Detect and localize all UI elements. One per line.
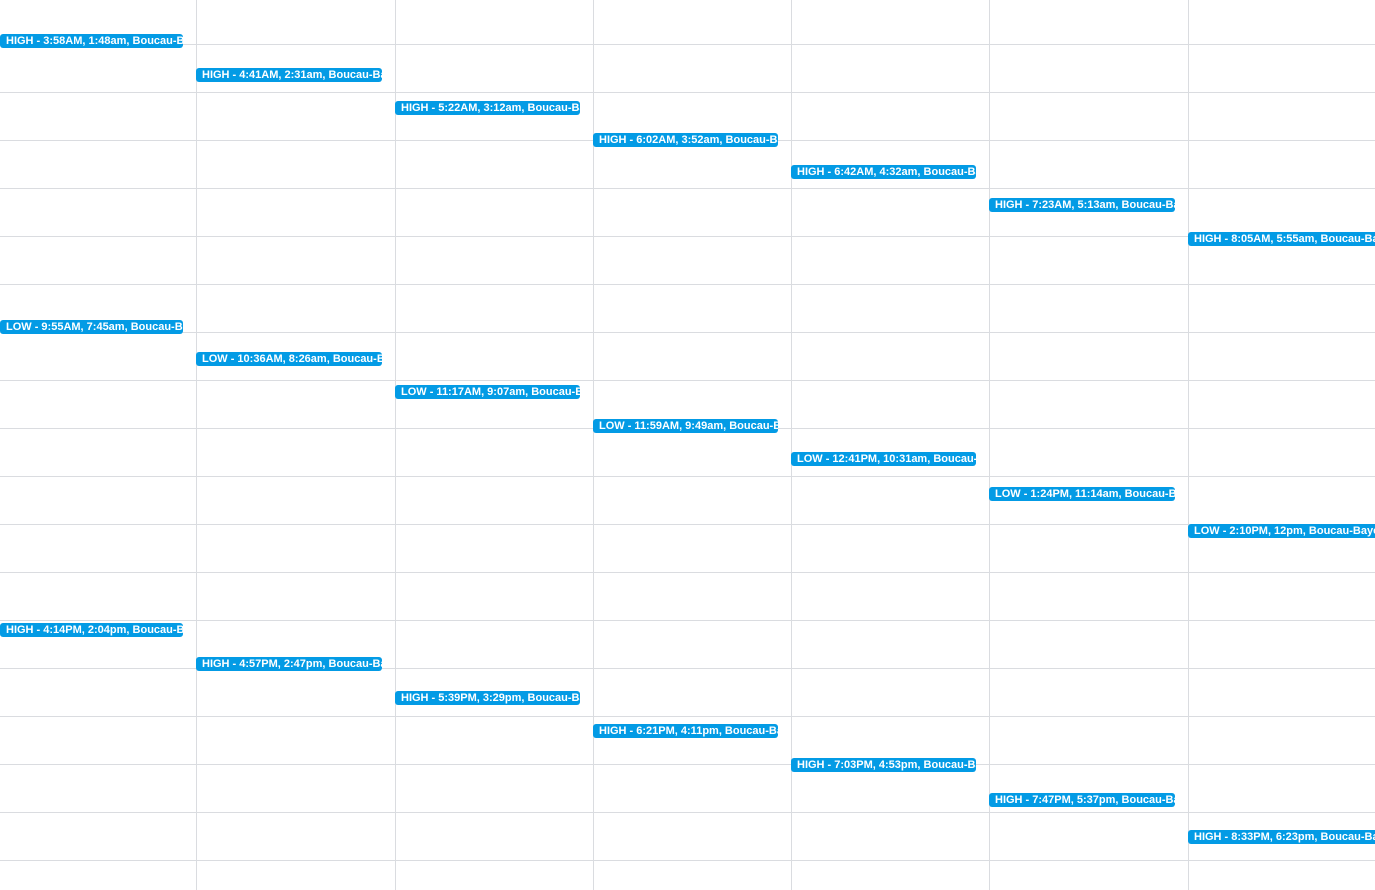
hour-gridline bbox=[0, 476, 1375, 477]
tide-event-chip[interactable]: LOW - 11:59AM, 9:49am, Boucau-Bayonne bbox=[593, 419, 778, 433]
tide-event-chip[interactable]: HIGH - 7:23AM, 5:13am, Boucau-Bayonne bbox=[989, 198, 1175, 212]
tide-event-chip[interactable]: HIGH - 6:21PM, 4:11pm, Boucau-Bayonne bbox=[593, 724, 778, 738]
day-column-divider bbox=[989, 0, 990, 890]
tide-event-chip[interactable]: HIGH - 5:39PM, 3:29pm, Boucau-Bayonne bbox=[395, 691, 580, 705]
tide-event-chip[interactable]: HIGH - 7:47PM, 5:37pm, Boucau-Bayonne bbox=[989, 793, 1175, 807]
tide-event-chip[interactable]: LOW - 1:24PM, 11:14am, Boucau-Bayonne bbox=[989, 487, 1175, 501]
hour-gridline bbox=[0, 860, 1375, 861]
hour-gridline bbox=[0, 284, 1375, 285]
hour-gridline bbox=[0, 716, 1375, 717]
tide-event-chip[interactable]: HIGH - 4:14PM, 2:04pm, Boucau-Bayonne bbox=[0, 623, 183, 637]
tide-event-chip[interactable]: HIGH - 8:33PM, 6:23pm, Boucau-Bayonne bbox=[1188, 830, 1375, 844]
hour-gridline bbox=[0, 764, 1375, 765]
tide-event-chip[interactable]: HIGH - 6:02AM, 3:52am, Boucau-Bayonne bbox=[593, 133, 778, 147]
calendar-week-grid[interactable]: HIGH - 3:58AM, 1:48am, Boucau-Bayonne HIG… bbox=[0, 0, 1375, 890]
tide-event-chip[interactable]: HIGH - 6:42AM, 4:32am, Boucau-Bayonne bbox=[791, 165, 976, 179]
day-column-divider bbox=[791, 0, 792, 890]
day-column-divider bbox=[1188, 0, 1189, 890]
tide-event-chip[interactable]: HIGH - 4:41AM, 2:31am, Boucau-Bayonne bbox=[196, 68, 382, 82]
tide-event-chip[interactable]: LOW - 12:41PM, 10:31am, Boucau-Bayonne bbox=[791, 452, 976, 466]
tide-event-chip[interactable]: HIGH - 3:58AM, 1:48am, Boucau-Bayonne bbox=[0, 34, 183, 48]
tide-event-chip[interactable]: HIGH - 7:03PM, 4:53pm, Boucau-Bayonne bbox=[791, 758, 976, 772]
tide-event-chip[interactable]: LOW - 11:17AM, 9:07am, Boucau-Bayonne bbox=[395, 385, 580, 399]
hour-gridline bbox=[0, 332, 1375, 333]
hour-gridline bbox=[0, 572, 1375, 573]
tide-event-chip[interactable]: HIGH - 8:05AM, 5:55am, Boucau-Bayonne bbox=[1188, 232, 1375, 246]
tide-event-chip[interactable]: LOW - 10:36AM, 8:26am, Boucau-Bayonne bbox=[196, 352, 382, 366]
day-column-divider bbox=[395, 0, 396, 890]
tide-event-chip[interactable]: HIGH - 4:57PM, 2:47pm, Boucau-Bayonne bbox=[196, 657, 382, 671]
hour-gridline bbox=[0, 92, 1375, 93]
hour-gridline bbox=[0, 188, 1375, 189]
tide-event-chip[interactable]: LOW - 2:10PM, 12pm, Boucau-Bayonne bbox=[1188, 524, 1375, 538]
hour-gridline bbox=[0, 44, 1375, 45]
day-column-divider bbox=[196, 0, 197, 890]
tide-event-chip[interactable]: LOW - 9:55AM, 7:45am, Boucau-Bayonne bbox=[0, 320, 183, 334]
hour-gridline bbox=[0, 236, 1375, 237]
hour-gridline bbox=[0, 380, 1375, 381]
hour-gridline bbox=[0, 524, 1375, 525]
hour-gridline bbox=[0, 812, 1375, 813]
tide-event-chip[interactable]: HIGH - 5:22AM, 3:12am, Boucau-Bayonne bbox=[395, 101, 580, 115]
hour-gridline bbox=[0, 620, 1375, 621]
